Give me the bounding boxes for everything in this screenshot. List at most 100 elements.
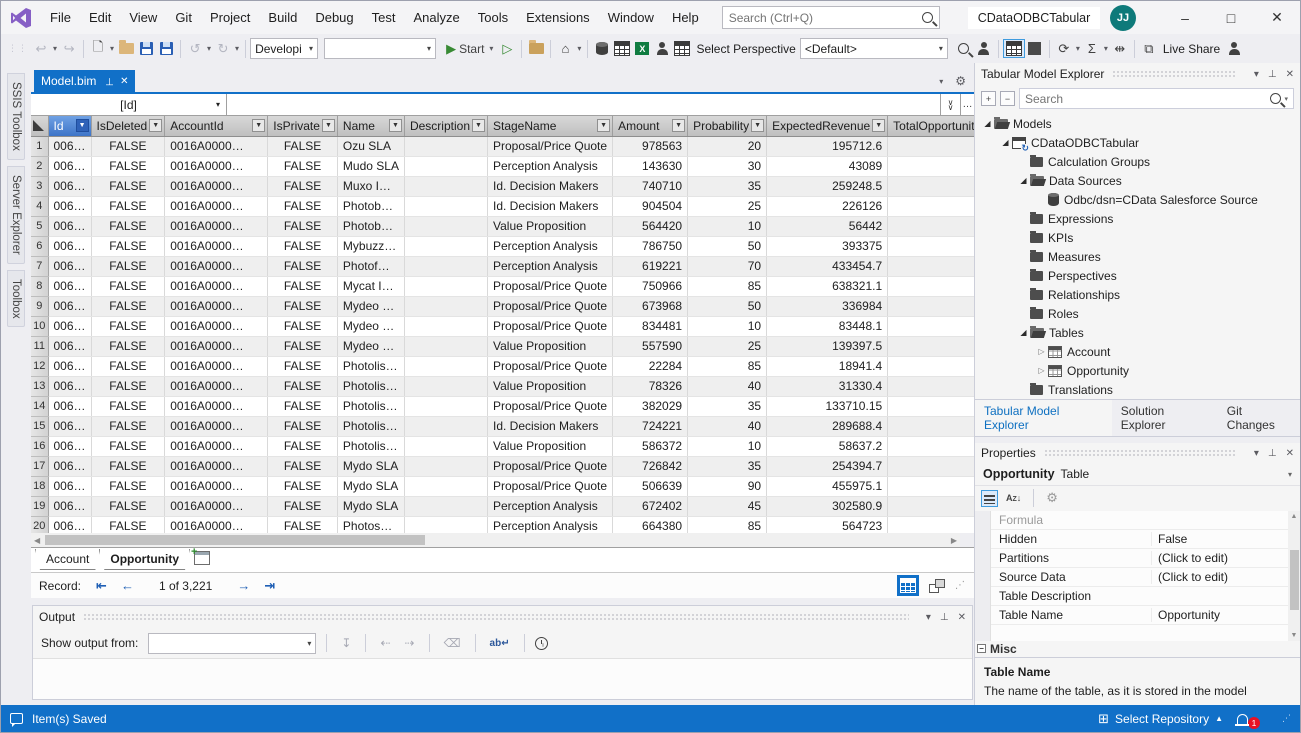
cell[interactable]: 0016A0000… xyxy=(165,156,268,176)
output-close-icon[interactable]: ✕ xyxy=(958,612,966,623)
cell[interactable]: 143630 xyxy=(613,156,688,176)
tree-expander-icon[interactable]: ◢ xyxy=(981,119,994,128)
tab-model-bim[interactable]: Model.bim ⊣ ✕ xyxy=(34,70,135,92)
row-number[interactable]: 20 xyxy=(31,516,48,533)
cell[interactable]: FALSE xyxy=(91,316,165,336)
cell[interactable]: 006… xyxy=(48,216,91,236)
cell[interactable]: Value Proposition xyxy=(488,436,613,456)
cell[interactable]: 382029 xyxy=(613,396,688,416)
property-row[interactable]: Source Data(Click to edit) xyxy=(991,568,1288,587)
column-header-isprivate[interactable]: IsPrivate▼ xyxy=(268,116,338,136)
table-tab-account[interactable]: Account xyxy=(35,549,100,570)
cell[interactable] xyxy=(888,136,974,156)
tree-item-relationships[interactable]: Relationships xyxy=(975,285,1300,304)
tme-search-input[interactable] xyxy=(1025,92,1270,106)
cell[interactable]: 006… xyxy=(48,436,91,456)
cell[interactable]: 726842 xyxy=(613,456,688,476)
row-number[interactable]: 18 xyxy=(31,476,48,496)
maximize-button[interactable]: □ xyxy=(1208,1,1254,34)
find-in-files-icon[interactable] xyxy=(526,38,546,60)
tree-item-data-sources[interactable]: ◢Data Sources xyxy=(975,171,1300,190)
select-repository-button[interactable]: ⊞ Select Repository ▲ xyxy=(1098,711,1223,727)
filter-dropdown-icon[interactable]: ▼ xyxy=(252,119,265,132)
cell[interactable]: 006… xyxy=(48,476,91,496)
cell[interactable]: Id. Decision Makers xyxy=(488,416,613,436)
tree-item-translations[interactable]: Translations xyxy=(975,380,1300,399)
scroll-right-icon[interactable]: ▶ xyxy=(948,536,960,545)
filter-dropdown-icon[interactable]: ▼ xyxy=(389,119,402,132)
cell[interactable]: 50 xyxy=(688,296,767,316)
cell[interactable]: 724221 xyxy=(613,416,688,436)
cell[interactable] xyxy=(404,496,487,516)
cell[interactable]: FALSE xyxy=(91,436,165,456)
cell[interactable]: Perception Analysis xyxy=(488,496,613,516)
cell[interactable]: Photob… xyxy=(337,216,404,236)
first-record-icon[interactable]: ⇤ xyxy=(96,578,107,594)
navigate-forward-icon[interactable]: ↪ xyxy=(59,38,79,60)
start-without-debugging-icon[interactable]: ▷ xyxy=(497,38,517,60)
cell[interactable]: FALSE xyxy=(268,396,338,416)
cell[interactable]: 0016A0000… xyxy=(165,516,268,533)
cell[interactable]: 834481 xyxy=(613,316,688,336)
cell[interactable]: Id. Decision Makers xyxy=(488,176,613,196)
cell[interactable]: 506639 xyxy=(613,476,688,496)
row-number[interactable]: 12 xyxy=(31,356,48,376)
cell[interactable] xyxy=(404,216,487,236)
row-number[interactable]: 8 xyxy=(31,276,48,296)
cell[interactable] xyxy=(888,476,974,496)
cell[interactable]: 0016A0000… xyxy=(165,296,268,316)
cell[interactable]: FALSE xyxy=(91,396,165,416)
tme-close-icon[interactable]: ✕ xyxy=(1286,69,1294,80)
cell[interactable]: Ozu SLA xyxy=(337,136,404,156)
cell[interactable]: Value Proposition xyxy=(488,216,613,236)
cell[interactable]: Mydo SLA xyxy=(337,496,404,516)
clock-icon[interactable] xyxy=(535,637,548,650)
cell[interactable]: 006… xyxy=(48,156,91,176)
cell[interactable] xyxy=(888,156,974,176)
model-view-icon[interactable] xyxy=(1025,38,1045,60)
cell[interactable]: Mydo SLA xyxy=(337,476,404,496)
cell[interactable]: FALSE xyxy=(268,516,338,533)
filter-dropdown-icon[interactable]: ▼ xyxy=(751,119,764,132)
menu-item-tools[interactable]: Tools xyxy=(469,6,517,29)
cell[interactable]: 25 xyxy=(688,196,767,216)
cell[interactable]: FALSE xyxy=(91,276,165,296)
cell[interactable] xyxy=(888,396,974,416)
property-row[interactable]: Table NameOpportunity xyxy=(991,606,1288,625)
cell[interactable] xyxy=(404,316,487,336)
cell[interactable]: 35 xyxy=(688,396,767,416)
cell[interactable] xyxy=(888,336,974,356)
redo-icon[interactable]: ↻ xyxy=(213,38,233,60)
cell[interactable] xyxy=(888,456,974,476)
window-resize-grip[interactable]: ⋰ xyxy=(1282,713,1291,724)
tree-expander-icon[interactable]: ◢ xyxy=(1017,328,1030,337)
cell[interactable]: FALSE xyxy=(91,296,165,316)
cell[interactable]: FALSE xyxy=(268,176,338,196)
column-header-amount[interactable]: Amount▼ xyxy=(613,116,688,136)
grid-horizontal-scrollbar[interactable]: ◀ ▶ xyxy=(31,533,960,547)
panel-tab-tabular-model-explorer[interactable]: Tabular Model Explorer xyxy=(975,399,1112,436)
cell[interactable]: FALSE xyxy=(268,236,338,256)
tree-item-account[interactable]: ▷Account xyxy=(975,342,1300,361)
cell[interactable]: 0016A0000… xyxy=(165,196,268,216)
cell[interactable]: 195712.6 xyxy=(767,136,888,156)
cell[interactable]: Photof… xyxy=(337,256,404,276)
cell[interactable] xyxy=(888,416,974,436)
row-number[interactable]: 11 xyxy=(31,336,48,356)
avatar[interactable]: JJ xyxy=(1110,5,1136,31)
cell[interactable]: 672402 xyxy=(613,496,688,516)
property-row[interactable]: Table Description xyxy=(991,587,1288,606)
cell[interactable]: 393375 xyxy=(767,236,888,256)
cell[interactable]: 0016A0000… xyxy=(165,416,268,436)
previous-record-icon[interactable]: ← xyxy=(121,578,134,593)
menu-item-analyze[interactable]: Analyze xyxy=(404,6,468,29)
cell[interactable]: 18941.4 xyxy=(767,356,888,376)
cell[interactable]: 40 xyxy=(688,376,767,396)
property-pages-wrench-icon[interactable]: ⚙ xyxy=(1046,490,1058,506)
cell[interactable]: 0016A0000… xyxy=(165,436,268,456)
formula-input[interactable] xyxy=(227,94,940,115)
cell[interactable]: Mydeo … xyxy=(337,316,404,336)
cell[interactable]: 0016A0000… xyxy=(165,316,268,336)
solution-configuration-combo[interactable]: Developi▾ xyxy=(250,38,318,59)
panel-tab-solution-explorer[interactable]: Solution Explorer xyxy=(1112,400,1218,436)
